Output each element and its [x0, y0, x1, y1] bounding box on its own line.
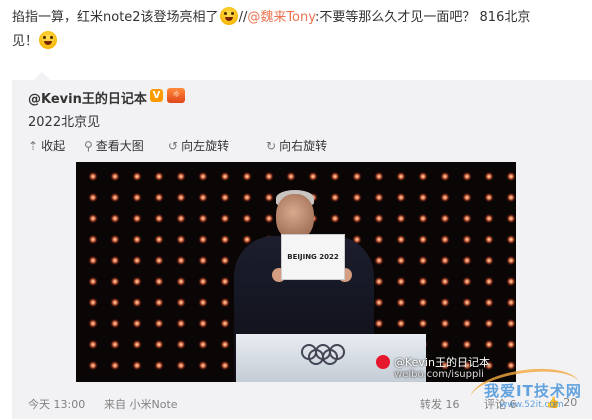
- repost-label: 转发: [420, 398, 442, 411]
- site-watermark: 我爱IT技术网 www.52it.com: [466, 362, 586, 420]
- post-source[interactable]: 来自 小米Note: [104, 396, 178, 412]
- post-text: 掐指一算，红米note2该登场亮相了 //@魏来Tony:不要等那么久才见一面吧？…: [12, 6, 584, 54]
- rotate-right-label: 向右旋转: [279, 139, 328, 153]
- post-text-part3: 见！: [12, 34, 39, 49]
- collapse-label: 收起: [41, 139, 66, 153]
- magnify-icon: ⚲: [84, 139, 93, 153]
- original-post-text: 2022北京见: [28, 115, 101, 130]
- emoji-laugh-icon: [219, 7, 238, 25]
- member-badge-icon[interactable]: ☼: [167, 88, 185, 103]
- repost-count: 16: [445, 398, 460, 411]
- rotate-left-button[interactable]: ↺ 向左旋转: [168, 137, 229, 154]
- site-watermark-url: www.52it.com: [500, 400, 564, 410]
- rotate-left-icon: ↺: [168, 139, 179, 153]
- emoji-laugh-icon: [39, 31, 58, 49]
- post-separator: //: [238, 10, 248, 25]
- olympic-rings-icon: [301, 344, 345, 365]
- collapse-icon: ⇡: [28, 139, 39, 153]
- collapse-button[interactable]: ⇡ 收起: [28, 137, 65, 154]
- repost-arrow: [34, 72, 50, 80]
- site-watermark-title: 我爱IT技术网: [484, 382, 582, 400]
- post-image[interactable]: BEIJING 2022 @Kevin王的日记本 weibo.com/isupp…: [76, 162, 516, 382]
- repost-button[interactable]: 转发 16: [420, 396, 460, 412]
- view-large-button[interactable]: ⚲ 查看大图: [84, 137, 144, 154]
- weibo-logo-icon: [376, 355, 390, 369]
- mention-link[interactable]: @魏来Tony: [247, 10, 315, 25]
- post-text-part2: :不要等那么久才见一面吧？ 816北京: [315, 10, 531, 25]
- rotate-right-button[interactable]: ↻ 向右旋转: [266, 137, 327, 154]
- view-large-label: 查看大图: [95, 139, 144, 153]
- post-time[interactable]: 今天 13:00: [28, 396, 85, 412]
- original-author-link[interactable]: @Kevin王的日记本: [28, 88, 147, 107]
- verified-v-icon[interactable]: V: [150, 89, 163, 102]
- announcement-card: BEIJING 2022: [281, 234, 345, 280]
- rotate-left-label: 向左旋转: [181, 139, 230, 153]
- rotate-right-icon: ↻: [266, 139, 277, 153]
- post-text-part1: 掐指一算，红米note2该登场亮相了: [12, 10, 219, 25]
